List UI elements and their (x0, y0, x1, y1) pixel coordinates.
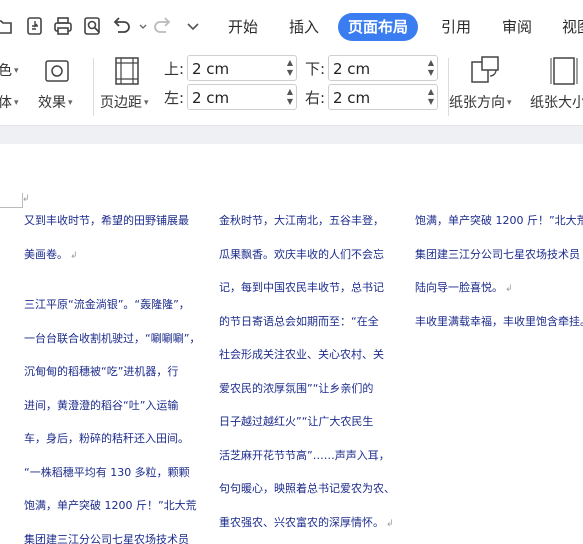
left-margin-value: 2 cm (192, 89, 230, 107)
tab-insert[interactable]: 插入 (279, 13, 329, 41)
text-line: 进间，黄澄澄的稻谷“吐”入运输 (24, 398, 179, 412)
text-column-1[interactable]: 又到丰收时节，希望的田野铺展最 美画卷。 ↲ 三江平原“流金淌银”。“轰隆隆”， … (24, 204, 200, 544)
orientation-button[interactable]: 纸张方向 ▾ (449, 92, 512, 112)
print-preview-icon[interactable] (82, 15, 104, 37)
text-line: 瓜果飘香。欢庆丰收的人们不会忘 (219, 247, 384, 261)
margins-button[interactable]: 页边距 ▾ (100, 92, 149, 112)
orientation-icon[interactable] (468, 54, 502, 86)
text-line: 饱满，单产突破 1200 斤！”北大荒 (415, 214, 583, 227)
top-margin-input[interactable]: 2 cm ▲ ▼ (187, 55, 297, 81)
left-margin-label: 左: (164, 89, 185, 107)
left-margin-input[interactable]: 2 cm ▲ ▼ (187, 84, 297, 110)
spinner-icon[interactable]: ▲ ▼ (287, 58, 293, 78)
export-pdf-icon[interactable] (24, 15, 46, 37)
tab-start[interactable]: 开始 (218, 13, 268, 41)
customize-toolbar-icon[interactable] (182, 15, 204, 37)
bottom-margin-label: 下: (305, 60, 326, 78)
text-line: 饱满，单产突破 1200 斤！”北大荒 (24, 499, 197, 512)
right-margin-input[interactable]: 2 cm ▲ ▼ (328, 84, 438, 110)
text-line: 句句暖心，映照着总书记爱农为农、 (219, 482, 395, 495)
chevron-down-icon: ▾ (507, 98, 512, 108)
tab-review[interactable]: 审阅 (492, 13, 542, 41)
text-line: 美画卷。 ↲ (24, 247, 78, 261)
chevron-down-icon: ▾ (14, 66, 19, 76)
right-margin-label: 右: (305, 89, 326, 107)
text-line: 爱农民的浓厚氛围”“让乡亲们的 (219, 381, 374, 395)
tab-view[interactable]: 视图 (552, 13, 583, 41)
document-background (0, 126, 583, 144)
document-page[interactable]: ↲ 又到丰收时节，希望的田野铺展最 美画卷。 ↲ 三江平原“流金淌银”。“轰隆隆”… (0, 144, 583, 544)
orientation-label: 纸张方向 (449, 95, 505, 111)
paper-size-button[interactable]: 纸张大小 (530, 92, 583, 112)
tab-references[interactable]: 引用 (431, 13, 481, 41)
spinner-icon[interactable]: ▲ ▼ (287, 87, 293, 107)
theme-fonts-button[interactable]: 体 ▾ (0, 92, 19, 112)
theme-colors-button[interactable]: 色 ▾ (0, 60, 19, 80)
text-line: 丰收里满载幸福，丰收里饱含牵挂。 (415, 314, 583, 328)
text-line: 陆向导一脸喜悦。 ↲ (415, 281, 513, 294)
theme-colors-label: 色 (0, 63, 12, 79)
spinner-icon[interactable]: ▲ ▼ (428, 58, 434, 78)
right-margin-value: 2 cm (333, 89, 371, 107)
text-line: 重农强农、兴农富农的深厚情怀。 ↲ (219, 515, 394, 529)
text-column-2[interactable]: 金秋时节，大江南北，五谷丰登， 瓜果飘香。欢庆丰收的人们不会忘 记，每到中国农民… (219, 204, 395, 539)
theme-effects-label: 效果 (38, 95, 66, 111)
text-line: 沉甸甸的稻穗被“吃”进机器，行 (24, 365, 179, 378)
theme-effects-icon[interactable] (44, 59, 70, 83)
text-line: 一台台联合收割机驶过，“唰唰唰”， (24, 331, 201, 345)
bottom-margin-input[interactable]: 2 cm ▲ ▼ (328, 55, 438, 81)
redo-icon[interactable] (152, 15, 174, 37)
ribbon-divider (93, 58, 94, 116)
text-column-3[interactable]: 饱满，单产突破 1200 斤！”北大荒 集团建三江分公司七星农场技术员 陆向导一… (415, 204, 583, 338)
spinner-icon[interactable]: ▲ ▼ (428, 87, 434, 107)
theme-effects-button[interactable]: 效果 ▾ (38, 92, 73, 112)
quick-access-toolbar: 开始 插入 页面布局 引用 审阅 视图 (0, 0, 583, 50)
theme-fonts-label: 体 (0, 95, 12, 111)
chevron-down-icon: ▾ (14, 98, 19, 108)
text-line: 活芝麻开花节节高”……声声入耳， (219, 448, 390, 462)
bottom-margin-value: 2 cm (333, 60, 371, 78)
text-line: 的节日寄语总会如期而至：“在全 (219, 314, 379, 328)
undo-icon[interactable] (110, 15, 132, 37)
top-margin-value: 2 cm (192, 60, 230, 78)
text-line: 又到丰收时节，希望的田野铺展最 (24, 214, 189, 227)
text-line: 集团建三江分公司七星农场技术员 (415, 247, 580, 261)
chevron-down-icon: ▾ (144, 98, 149, 108)
text-line: 日子越过越红火”“让广大农民生 (219, 415, 374, 428)
margins-label: 页边距 (100, 95, 142, 111)
margins-icon[interactable] (113, 56, 141, 86)
text-line: 车，身后，粉碎的秸秆还入田间。 (24, 432, 189, 445)
tab-page-layout[interactable]: 页面布局 (338, 13, 419, 41)
page-layout-ribbon: 色 ▾ 体 ▾ 效果 ▾ 页边距 ▾ 上: 2 cm ▲ ▼ 下: 2 cm ▲ ▼ 左: … (0, 50, 583, 126)
print-icon[interactable] (52, 15, 74, 37)
undo-dropdown-icon[interactable] (132, 15, 147, 37)
margin-corner-mark (0, 193, 23, 208)
text-line: 三江平原“流金淌银”。“轰隆隆”， (24, 298, 190, 311)
chevron-down-icon: ▾ (68, 98, 73, 108)
paper-size-icon[interactable] (549, 54, 583, 86)
text-line: 金秋时节，大江南北，五谷丰登， (219, 214, 384, 227)
text-line: 记，每到中国农民丰收节，总书记 (219, 281, 384, 294)
paragraph-mark: ↲ (22, 194, 30, 204)
text-line: 社会形成关注农业、关心农村、关 (219, 348, 384, 361)
top-margin-label: 上: (164, 60, 185, 78)
open-folder-icon[interactable] (0, 15, 14, 37)
paper-size-label: 纸张大小 (530, 95, 583, 111)
text-line: 集团建三江分公司七星农场技术员 (24, 532, 189, 544)
text-line: “一株稻穗平均有 130 多粒，颗颗 (24, 465, 190, 479)
